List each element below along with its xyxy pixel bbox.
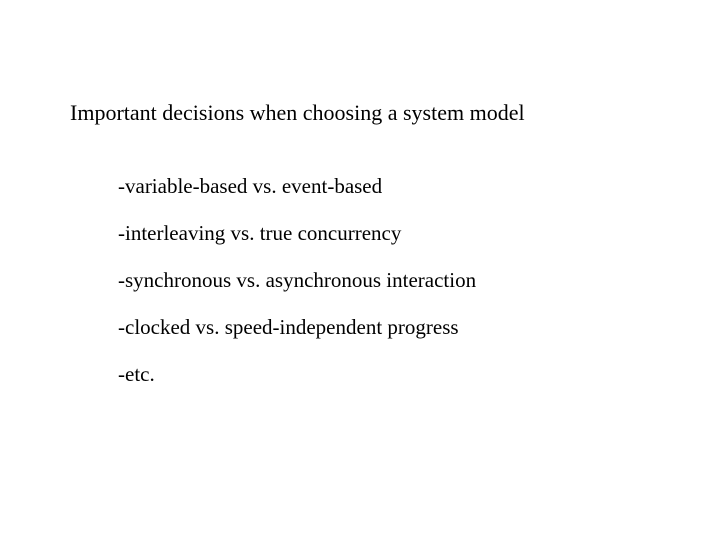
- slide-content: Important decisions when choosing a syst…: [0, 0, 720, 387]
- bullet-item: -etc.: [118, 362, 650, 387]
- bullet-item: -variable-based vs. event-based: [118, 174, 650, 199]
- bullet-item: -synchronous vs. asynchronous interactio…: [118, 268, 650, 293]
- bullet-item: -interleaving vs. true concurrency: [118, 221, 650, 246]
- bullet-item: -clocked vs. speed-independent progress: [118, 315, 650, 340]
- slide-heading: Important decisions when choosing a syst…: [70, 100, 650, 126]
- bullet-list: -variable-based vs. event-based -interle…: [70, 174, 650, 387]
